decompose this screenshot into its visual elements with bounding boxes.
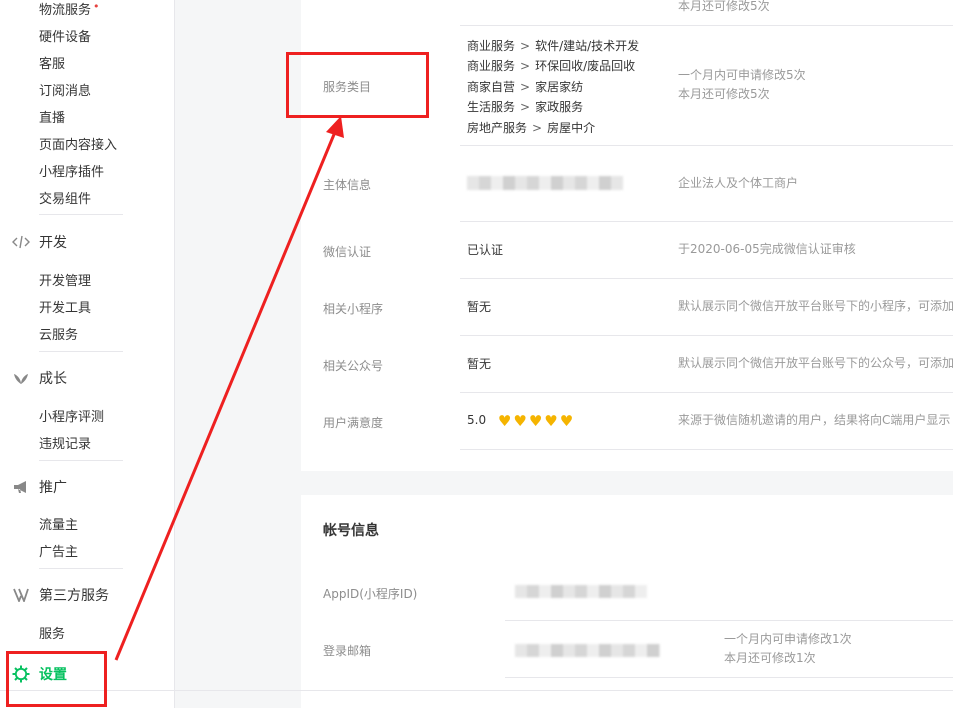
required-dot: • — [93, 0, 100, 13]
wechat-cert-desc: 于2020-06-05完成微信认证审核 — [678, 242, 856, 256]
service-category-list: 商业服务 > 软件/建站/技术开发 商业服务 > 环保回收/废品回收 商家自营 > 家居家纺… — [467, 36, 639, 138]
megaphone-icon — [12, 478, 30, 496]
heart-icon: ♥ — [528, 411, 543, 430]
sidebar-group-dev[interactable]: 开发 — [12, 232, 67, 252]
sidebar-item-page-content[interactable]: 页面内容接入 — [39, 134, 117, 153]
heart-icon: ♥ — [544, 411, 558, 430]
related-official-label: 相关公众号 — [323, 359, 384, 373]
sidebar-item-dev-manage[interactable]: 开发管理 — [39, 270, 91, 289]
heart-icon: ♥ — [497, 411, 512, 430]
sidebar-item-subscribe-message[interactable]: 订阅消息 — [39, 80, 91, 99]
service-category-item: 生活服务 > 家政服务 — [467, 100, 584, 115]
heart-icon: ♥ — [513, 411, 527, 430]
sidebar-item-services[interactable]: 服务 — [39, 623, 65, 642]
service-category-item: 商业服务 > 软件/建站/技术开发 — [467, 39, 640, 53]
satisfaction-desc: 来源于微信随机邀请的用户，结果将向C端用户显示 — [678, 413, 951, 427]
sidebar: 物流服务 • 硬件设备 客服 订阅消息 直播 页面内容接入 小程序插件 交易组件 … — [0, 0, 175, 708]
satisfaction-value-wrap: 5.0 ♥ ♥ ♥ ♥ ♥ — [467, 411, 574, 430]
redacted-email — [515, 644, 660, 657]
desc-line: 一个月内可申请修改1次 — [724, 632, 852, 646]
related-miniprogram-label: 相关小程序 — [323, 302, 384, 316]
leaf-icon — [12, 369, 30, 387]
subject-desc: 企业法人及个体工商户 — [678, 176, 799, 190]
sidebar-item-evaluation[interactable]: 小程序评测 — [39, 406, 104, 425]
row-divider — [460, 449, 953, 450]
sidebar-group-promotion[interactable]: 推广 — [12, 477, 67, 497]
subject-label: 主体信息 — [323, 178, 372, 192]
sidebar-item-customer-service[interactable]: 客服 — [39, 53, 65, 72]
related-official-desc: 默认展示同个微信开放平台账号下的公众号，可添加 — [678, 356, 953, 370]
wechat-cert-label: 微信认证 — [323, 245, 372, 259]
row-divider — [460, 25, 953, 26]
desc-line: 本月还可修改1次 — [724, 651, 816, 665]
sidebar-item-logistics[interactable]: 物流服务 • — [39, 0, 100, 18]
highlight-box-service-category — [286, 52, 429, 118]
satisfaction-score: 5.0 — [467, 413, 487, 427]
sidebar-item-hardware[interactable]: 硬件设备 — [39, 26, 91, 45]
sidebar-group-label: 成长 — [39, 371, 67, 387]
bottom-divider — [0, 690, 953, 691]
row-divider — [460, 221, 953, 222]
row-divider — [460, 145, 953, 146]
sidebar-item-plugins[interactable]: 小程序插件 — [39, 161, 104, 180]
sidebar-item-traffic-owner[interactable]: 流量主 — [39, 514, 78, 533]
row-divider — [460, 335, 953, 336]
sidebar-item-live[interactable]: 直播 — [39, 107, 65, 126]
sidebar-group-label: 第三方服务 — [39, 588, 109, 604]
row-divider — [505, 677, 953, 678]
sidebar-item-label: 物流服务 — [39, 3, 92, 18]
service-category-item: 商业服务 > 环保回收/废品回收 — [467, 59, 636, 74]
code-icon — [12, 233, 30, 251]
email-desc: 一个月内可申请修改1次 本月还可修改1次 — [724, 630, 852, 668]
sidebar-group-label: 推广 — [39, 480, 67, 496]
row-divider — [460, 392, 953, 393]
related-official-value: 暂无 — [467, 357, 492, 371]
redacted-subject — [467, 176, 623, 190]
satisfaction-stars: ♥ ♥ ♥ ♥ ♥ — [497, 411, 574, 430]
sidebar-item-trade-component[interactable]: 交易组件 — [39, 188, 91, 207]
divider — [39, 568, 123, 569]
desc-line: 本月还可修改5次 — [678, 87, 770, 101]
service-category-desc: 一个月内可申请修改5次 本月还可修改5次 — [678, 66, 806, 104]
divider — [39, 351, 123, 352]
service-category-item: 房地产服务 > 房屋中介 — [467, 120, 596, 135]
sidebar-item-dev-tools[interactable]: 开发工具 — [39, 297, 91, 316]
appid-label: AppID(小程序ID) — [323, 587, 418, 601]
sidebar-group-growth[interactable]: 成长 — [12, 368, 67, 388]
sidebar-item-violations[interactable]: 违规记录 — [39, 433, 91, 452]
related-miniprogram-value: 暂无 — [467, 300, 492, 314]
sidebar-item-advertiser[interactable]: 广告主 — [39, 541, 78, 560]
related-miniprogram-desc: 默认展示同个微信开放平台账号下的小程序，可添加 — [678, 299, 953, 313]
sidebar-group-label: 开发 — [39, 235, 67, 251]
highlight-box-settings — [6, 651, 107, 707]
top-row-desc: 本月还可修改5次 — [678, 0, 770, 13]
satisfaction-label: 用户满意度 — [323, 416, 384, 430]
sidebar-item-cloud[interactable]: 云服务 — [39, 324, 78, 343]
sidebar-group-third-party[interactable]: 第三方服务 — [12, 585, 109, 605]
desc-line: 一个月内可申请修改5次 — [678, 68, 806, 82]
heart-icon: ♥ — [559, 411, 574, 430]
row-divider — [460, 278, 953, 279]
service-category-item: 商家自营 > 家居家纺 — [467, 79, 584, 94]
divider — [39, 214, 123, 215]
third-party-icon — [12, 586, 30, 604]
account-info-title: 帐号信息 — [323, 523, 379, 539]
row-divider — [505, 620, 953, 621]
redacted-appid — [515, 585, 647, 598]
wechat-cert-value: 已认证 — [467, 243, 504, 257]
divider — [39, 460, 123, 461]
email-label: 登录邮箱 — [323, 644, 372, 658]
